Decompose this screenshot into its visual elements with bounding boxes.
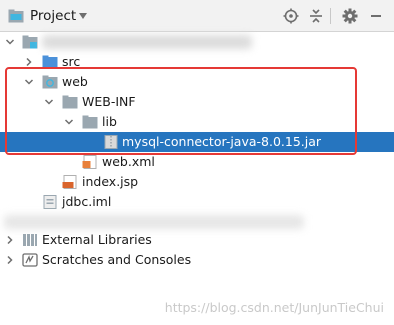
redacted-project-path xyxy=(42,35,252,49)
highlight-annotation-box xyxy=(5,67,357,155)
tree-row-external-libraries[interactable]: External Libraries xyxy=(0,230,394,250)
tree-label: index.jsp xyxy=(82,174,139,189)
chevron-down-icon[interactable] xyxy=(5,37,15,47)
toolbar-separator xyxy=(330,8,331,24)
watermark: https://blog.csdn.net/JunJunTieChui xyxy=(164,300,384,315)
tree-row-jdbc-iml[interactable]: jdbc.iml xyxy=(0,192,394,212)
project-tool-window-header: Project xyxy=(0,0,394,32)
project-icon xyxy=(8,9,24,23)
tree-label: jdbc.iml xyxy=(62,194,112,209)
tree-label: web.xml xyxy=(102,154,155,169)
tree-label: External Libraries xyxy=(42,232,152,247)
tree-row-web-xml[interactable]: web.xml xyxy=(0,152,394,172)
redacted-content xyxy=(4,215,304,229)
dropdown-caret-icon[interactable] xyxy=(78,12,88,20)
tree-row-redacted xyxy=(0,212,394,232)
minimize-icon[interactable] xyxy=(368,8,384,24)
tree-row-root[interactable] xyxy=(0,32,394,52)
locate-crosshair-icon[interactable] xyxy=(283,8,299,24)
xml-file-icon xyxy=(82,155,97,169)
tree-label: Scratches and Consoles xyxy=(42,252,192,267)
tree-row-scratches[interactable]: Scratches and Consoles xyxy=(0,250,394,270)
jsp-file-icon xyxy=(62,175,77,189)
chevron-right-icon[interactable] xyxy=(5,235,15,245)
gear-icon[interactable] xyxy=(342,8,358,24)
library-icon xyxy=(23,234,37,246)
scratches-icon xyxy=(22,253,38,267)
collapse-all-icon[interactable] xyxy=(308,8,324,24)
panel-title[interactable]: Project xyxy=(30,8,76,24)
tree-row-index-jsp[interactable]: index.jsp xyxy=(0,172,394,192)
module-file-icon xyxy=(43,195,57,209)
chevron-right-icon[interactable] xyxy=(5,255,15,265)
chevron-right-icon[interactable] xyxy=(24,57,34,67)
module-folder-icon xyxy=(22,35,38,49)
